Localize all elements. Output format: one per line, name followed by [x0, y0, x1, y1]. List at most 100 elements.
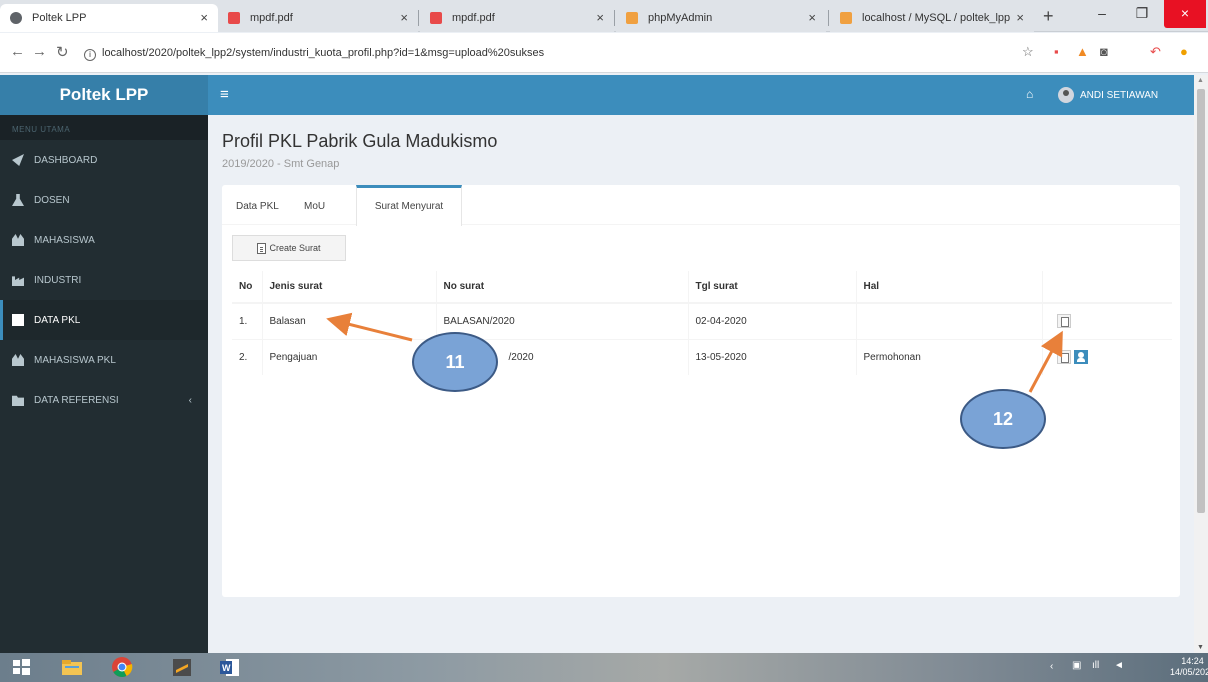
browser-tab-bar: Poltek LPP × mpdf.pdf × mpdf.pdf × phpMy…: [0, 0, 1208, 32]
user-menu[interactable]: ANDI SETIAWAN: [1058, 87, 1158, 103]
browser-tab-title: localhost / MySQL / poltek_lpp: [862, 12, 1011, 24]
page-title: Profil PKL Pabrik Gula Madukismo: [222, 131, 498, 151]
minimize-button[interactable]: –: [1082, 0, 1122, 28]
cell-jenis-surat: Pengajuan: [261, 338, 436, 375]
browser-tab-mpdf-2[interactable]: mpdf.pdf ×: [420, 4, 614, 32]
sidebar-item-data-referensi[interactable]: DATA REFERENSI ‹: [0, 380, 208, 420]
top-navbar: ≡ ⌂ ANDI SETIAWAN: [208, 75, 1194, 115]
column-header-no: No: [232, 271, 262, 304]
sidebar-item-mahasiswa[interactable]: MAHASISWA: [0, 220, 208, 260]
column-header-hal: Hal: [855, 271, 1042, 304]
tab-surat-menyurat[interactable]: Surat Menyurat: [356, 185, 462, 226]
sublime-icon[interactable]: [170, 656, 194, 679]
callout-badge-11: 11: [412, 332, 498, 392]
tab-data-pkl[interactable]: Data PKL: [228, 185, 287, 225]
cell-jenis-surat: Balasan: [261, 302, 436, 339]
windows-start-icon[interactable]: [10, 656, 34, 679]
file-explorer-icon[interactable]: [60, 656, 84, 679]
volume-icon[interactable]: ◄: [1114, 660, 1124, 682]
scrollbar-thumb[interactable]: [1197, 89, 1205, 513]
scroll-up-icon[interactable]: ▲: [1197, 77, 1204, 84]
new-tab-button[interactable]: +: [1043, 6, 1054, 27]
sidebar-item-dosen[interactable]: DOSEN: [0, 180, 208, 220]
edit-document-icon[interactable]: [1056, 314, 1071, 329]
sidebar-item-mahasiswa-pkl[interactable]: MAHASISWA PKL: [0, 340, 208, 380]
browser-tab-poltek[interactable]: Poltek LPP ×: [0, 4, 218, 32]
page-subtitle: 2019/2020 - Smt Genap: [222, 158, 340, 170]
avatar: [1058, 87, 1074, 103]
update-alert-icon[interactable]: ●: [1180, 44, 1188, 59]
chevron-left-icon: ‹: [188, 394, 192, 406]
tray-arrow-icon[interactable]: ‹: [1050, 661, 1053, 682]
tab-strip: Data PKL MoU Surat Menyurat: [222, 185, 1180, 226]
info-icon[interactable]: i: [84, 49, 96, 61]
word-icon[interactable]: W: [218, 656, 242, 679]
close-tab-icon[interactable]: ×: [200, 10, 208, 25]
maximize-button[interactable]: ❐: [1122, 0, 1162, 28]
column-header-no-surat: No surat: [435, 271, 688, 304]
browser-tab-mysql[interactable]: localhost / MySQL / poltek_lpp ×: [830, 4, 1034, 32]
home-icon[interactable]: ⌂: [1026, 87, 1033, 101]
browser-tab-phpmyadmin[interactable]: phpMyAdmin ×: [616, 4, 826, 32]
browser-tab-title: mpdf.pdf: [250, 12, 293, 24]
webcam-extension-icon[interactable]: ◙: [1100, 44, 1108, 59]
close-tab-icon[interactable]: ×: [1016, 10, 1024, 25]
forward-arrow-icon[interactable]: →: [32, 43, 47, 60]
user-name: ANDI SETIAWAN: [1080, 89, 1159, 101]
bookmark-star-icon[interactable]: ☆: [1022, 44, 1034, 60]
address-bar: ← → ↻ i localhost/2020/poltek_lpp2/system…: [0, 33, 1208, 73]
browser-tab-title: Poltek LPP: [32, 12, 87, 24]
url-field[interactable]: i localhost/2020/poltek_lpp2/system/indus…: [78, 41, 998, 65]
cell-no-surat: BALASAN/2020: [435, 302, 688, 339]
phpmyadmin-favicon-icon: [626, 12, 638, 24]
column-header-tgl-surat: Tgl surat: [687, 271, 856, 304]
upload-user-icon[interactable]: [1073, 350, 1088, 365]
browser-tab-title: phpMyAdmin: [648, 12, 713, 24]
taskbar-clock[interactable]: 14:24 14/05/2020: [1170, 656, 1208, 678]
network-icon[interactable]: ▣: [1072, 660, 1081, 682]
table-header-row: No Jenis surat No surat Tgl surat Hal: [232, 271, 1172, 304]
extension-icon[interactable]: ↶: [1150, 44, 1161, 60]
cell-tgl-surat: 02-04-2020: [687, 302, 856, 339]
browser-tab-mpdf-1[interactable]: mpdf.pdf ×: [218, 4, 418, 32]
brand-logo[interactable]: Poltek LPP: [0, 75, 208, 115]
cell-hal: Permohonan: [855, 338, 1042, 375]
back-arrow-icon[interactable]: ←: [10, 43, 25, 60]
scroll-down-icon[interactable]: ▼: [1197, 644, 1204, 651]
sidebar-item-dashboard[interactable]: DASHBOARD: [0, 140, 208, 180]
sidebar: Poltek LPP MENU UTAMA DASHBOARD DOSEN MA…: [0, 75, 208, 653]
sidebar-item-label: INDUSTRI: [34, 274, 82, 286]
cell-tgl-surat: 13-05-2020: [687, 338, 856, 375]
tab-mou[interactable]: MoU: [296, 185, 333, 225]
signal-icon[interactable]: ıll: [1092, 660, 1099, 682]
phpmyadmin-favicon-icon: [840, 12, 852, 24]
create-surat-button[interactable]: Create Surat: [232, 235, 346, 261]
cell-hal: [855, 302, 1042, 339]
close-tab-icon[interactable]: ×: [808, 10, 816, 25]
create-surat-label: Create Surat: [269, 243, 321, 253]
sidebar-item-industri[interactable]: INDUSTRI: [0, 260, 208, 300]
pdf-extension-icon[interactable]: ▪: [1054, 44, 1059, 59]
cell-actions: [1041, 302, 1172, 339]
folder-open-icon: [12, 395, 24, 406]
user-icon: [12, 194, 24, 206]
close-tab-icon[interactable]: ×: [596, 10, 604, 25]
page-scrollbar[interactable]: ▲ ▼: [1194, 75, 1208, 653]
document-icon: [257, 242, 267, 254]
chrome-icon[interactable]: [110, 656, 134, 679]
table-row: 1. Balasan BALASAN/2020 02-04-2020: [232, 302, 1172, 339]
sidebar-item-label: MAHASISWA PKL: [34, 354, 116, 366]
menu-toggle-icon[interactable]: ≡: [220, 86, 229, 103]
close-tab-icon[interactable]: ×: [400, 10, 408, 25]
close-window-button[interactable]: ×: [1164, 0, 1206, 28]
cell-no: 1.: [232, 302, 262, 339]
send-icon: [12, 154, 24, 166]
table-row: 2. Pengajuan /2020 13-05-2020 Permohonan: [232, 338, 1172, 375]
sidebar-item-label: MAHASISWA: [34, 234, 95, 246]
cell-actions: [1041, 338, 1172, 375]
menu-header: MENU UTAMA: [0, 115, 208, 140]
edit-document-icon[interactable]: [1056, 350, 1071, 365]
sidebar-item-data-pkl[interactable]: DATA PKL: [0, 300, 208, 340]
vlc-extension-icon[interactable]: ▲: [1076, 44, 1089, 59]
reload-icon[interactable]: ↻: [56, 43, 69, 61]
